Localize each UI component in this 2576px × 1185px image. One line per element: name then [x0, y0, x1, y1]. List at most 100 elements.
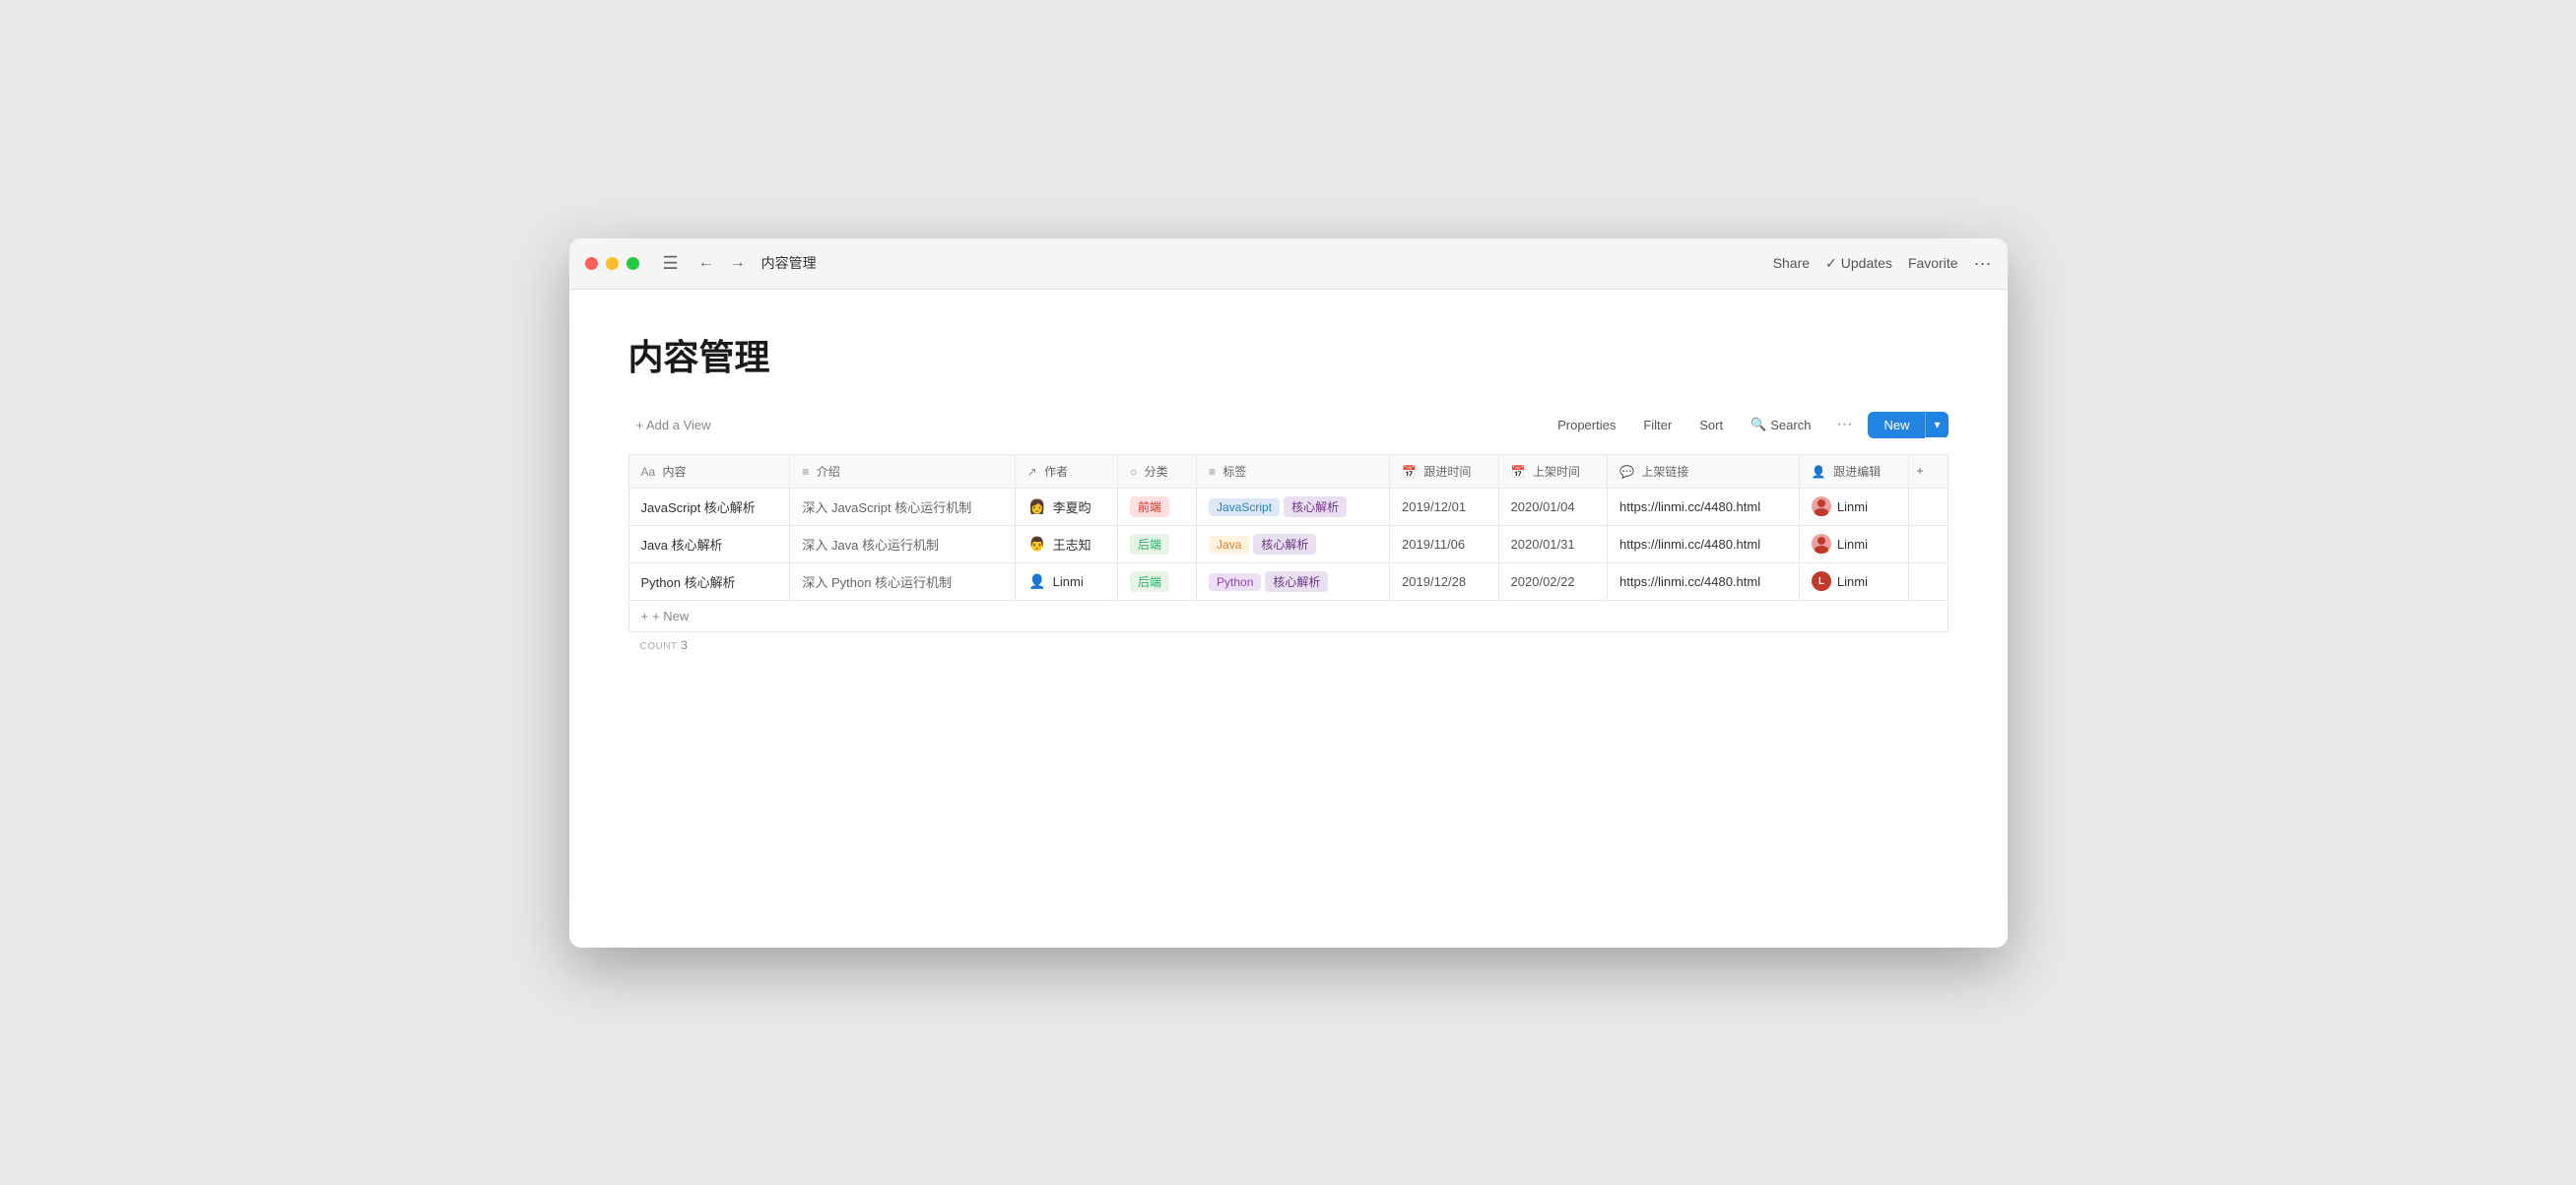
titlebar-title: 内容管理 [761, 253, 817, 273]
new-button[interactable]: New [1868, 412, 1925, 438]
col-header-author: ↗ 作者 [1015, 454, 1117, 488]
cell-content[interactable]: Java 核心解析 [628, 525, 790, 562]
editor-avatar: L [1812, 571, 1831, 591]
sidebar-toggle-button[interactable]: ☰ [655, 249, 687, 278]
cell-tags: JavaScript核心解析 [1197, 488, 1390, 525]
col-header-intro-label: 介绍 [817, 465, 840, 479]
cell-author: 👩 李夏昀 [1015, 488, 1117, 525]
author-name: Linmi [1053, 574, 1084, 589]
cell-editor: Linmi [1799, 525, 1908, 562]
calendar2-icon: 📅 [1511, 465, 1526, 479]
count-row: COUNT 3 [628, 632, 1949, 658]
editor-name: Linmi [1837, 499, 1868, 514]
back-button[interactable]: ← [694, 250, 718, 276]
col-header-shelf-date: 📅 上架时间 [1498, 454, 1608, 488]
close-button[interactable] [585, 257, 598, 270]
search-label: Search [1770, 418, 1811, 432]
author-name: 王志知 [1053, 535, 1091, 554]
more-button[interactable]: ··· [1974, 253, 1992, 274]
new-dropdown-button[interactable]: ▾ [1925, 412, 1948, 437]
col-header-link-label: 上架链接 [1641, 465, 1688, 479]
cell-intro: 深入 Java 核心运行机制 [790, 525, 1015, 562]
col-header-intro: ≡ 介绍 [790, 454, 1015, 488]
cell-category: 前端 [1118, 488, 1197, 525]
titlebar: ☰ ← → 内容管理 Share ✓ Updates Favorite ··· [569, 238, 2008, 290]
author-avatar: 👩 [1027, 496, 1047, 516]
cell-tags: Java核心解析 [1197, 525, 1390, 562]
cell-link: https://linmi.cc/4480.html [1608, 525, 1800, 562]
forward-icon: → [730, 254, 746, 271]
table-row[interactable]: JavaScript 核心解析深入 JavaScript 核心运行机制 👩 李夏昀 前… [628, 488, 1948, 525]
cell-tags: Python核心解析 [1197, 562, 1390, 600]
cell-author: 👨 王志知 [1015, 525, 1117, 562]
cell-intro: 深入 JavaScript 核心运行机制 [790, 488, 1015, 525]
category-tag: 前端 [1130, 496, 1169, 517]
page-title: 内容管理 [628, 329, 1949, 380]
col-header-content-label: 内容 [663, 465, 687, 479]
updates-button[interactable]: ✓ Updates [1825, 255, 1892, 272]
tag-item: Java [1209, 536, 1249, 554]
app-window: ☰ ← → 内容管理 Share ✓ Updates Favorite ··· … [569, 238, 2008, 948]
main-content: 内容管理 + Add a View Properties Filter Sort… [569, 290, 2008, 948]
col-header-follow-date-label: 跟进时间 [1423, 465, 1471, 479]
col-header-shelf-date-label: 上架时间 [1533, 465, 1580, 479]
col-header-author-label: 作者 [1044, 465, 1068, 479]
add-new-row-button[interactable]: + + New [629, 601, 701, 631]
cell-shelf-date: 2020/01/04 [1498, 488, 1608, 525]
forward-button[interactable]: → [726, 250, 750, 276]
editor-icon: 👤 [1812, 465, 1826, 479]
text-icon: Aa [641, 465, 656, 479]
titlebar-actions: Share ✓ Updates Favorite ··· [1773, 253, 1992, 274]
cell-content[interactable]: JavaScript 核心解析 [628, 488, 790, 525]
cell-shelf-date: 2020/01/31 [1498, 525, 1608, 562]
hamburger-icon: ☰ [663, 253, 679, 273]
favorite-button[interactable]: Favorite [1908, 255, 1958, 271]
row-extra [1908, 488, 1948, 525]
add-column-button[interactable]: + [1908, 454, 1948, 488]
col-header-editor-label: 跟进编辑 [1833, 465, 1881, 479]
category-tag: 后端 [1130, 534, 1169, 555]
editor-avatar [1812, 496, 1831, 516]
table-row[interactable]: Python 核心解析深入 Python 核心运行机制👤Linmi 后端 Pytho… [628, 562, 1948, 600]
cell-intro: 深入 Python 核心运行机制 [790, 562, 1015, 600]
cell-link: https://linmi.cc/4480.html [1608, 562, 1800, 600]
editor-name: Linmi [1837, 574, 1868, 589]
table-header-row: Aa 内容 ≡ 介绍 ↗ 作者 ○ 分类 [628, 454, 1948, 488]
cell-author: 👤Linmi [1015, 562, 1117, 600]
new-button-group: New ▾ [1868, 412, 1948, 438]
updates-label: Updates [1841, 255, 1892, 271]
share-button[interactable]: Share [1773, 255, 1810, 271]
col-header-category-label: 分类 [1145, 465, 1168, 479]
database-table: Aa 内容 ≡ 介绍 ↗ 作者 ○ 分类 [628, 454, 1949, 601]
calendar-icon: 📅 [1402, 465, 1417, 479]
col-header-category: ○ 分类 [1118, 454, 1197, 488]
author-name: 李夏昀 [1053, 497, 1091, 516]
toolbar-right: Properties Filter Sort 🔍 Search ··· New … [1548, 412, 1948, 438]
properties-button[interactable]: Properties [1548, 414, 1625, 436]
category-tag: 后端 [1130, 571, 1169, 592]
row-extra [1908, 562, 1948, 600]
more-options-button[interactable]: ··· [1828, 412, 1860, 437]
table-row[interactable]: Java 核心解析深入 Java 核心运行机制👨王志知后端Java核心解析201… [628, 525, 1948, 562]
person-icon: ↗ [1027, 465, 1037, 479]
minimize-button[interactable] [606, 257, 619, 270]
cell-category: 后端 [1118, 562, 1197, 600]
search-icon: 🔍 [1750, 417, 1766, 432]
filter-button[interactable]: Filter [1633, 414, 1682, 436]
tag-item: 核心解析 [1253, 534, 1316, 555]
cell-link: https://linmi.cc/4480.html [1608, 488, 1800, 525]
tag-item: 核心解析 [1265, 571, 1328, 592]
author-avatar: 👨 [1027, 534, 1047, 554]
editor-avatar [1812, 534, 1831, 554]
cell-editor: Linmi [1799, 488, 1908, 525]
search-button[interactable]: 🔍 Search [1741, 413, 1820, 436]
back-icon: ← [698, 254, 714, 271]
circle-icon: ○ [1130, 465, 1137, 479]
add-view-button[interactable]: + Add a View [628, 414, 719, 436]
nav-buttons: ← → [694, 250, 750, 276]
col-header-link: 💬 上架链接 [1608, 454, 1800, 488]
cell-content[interactable]: Python 核心解析 [628, 562, 790, 600]
sort-button[interactable]: Sort [1689, 414, 1733, 436]
maximize-button[interactable] [627, 257, 639, 270]
count-label: COUNT [640, 641, 678, 652]
